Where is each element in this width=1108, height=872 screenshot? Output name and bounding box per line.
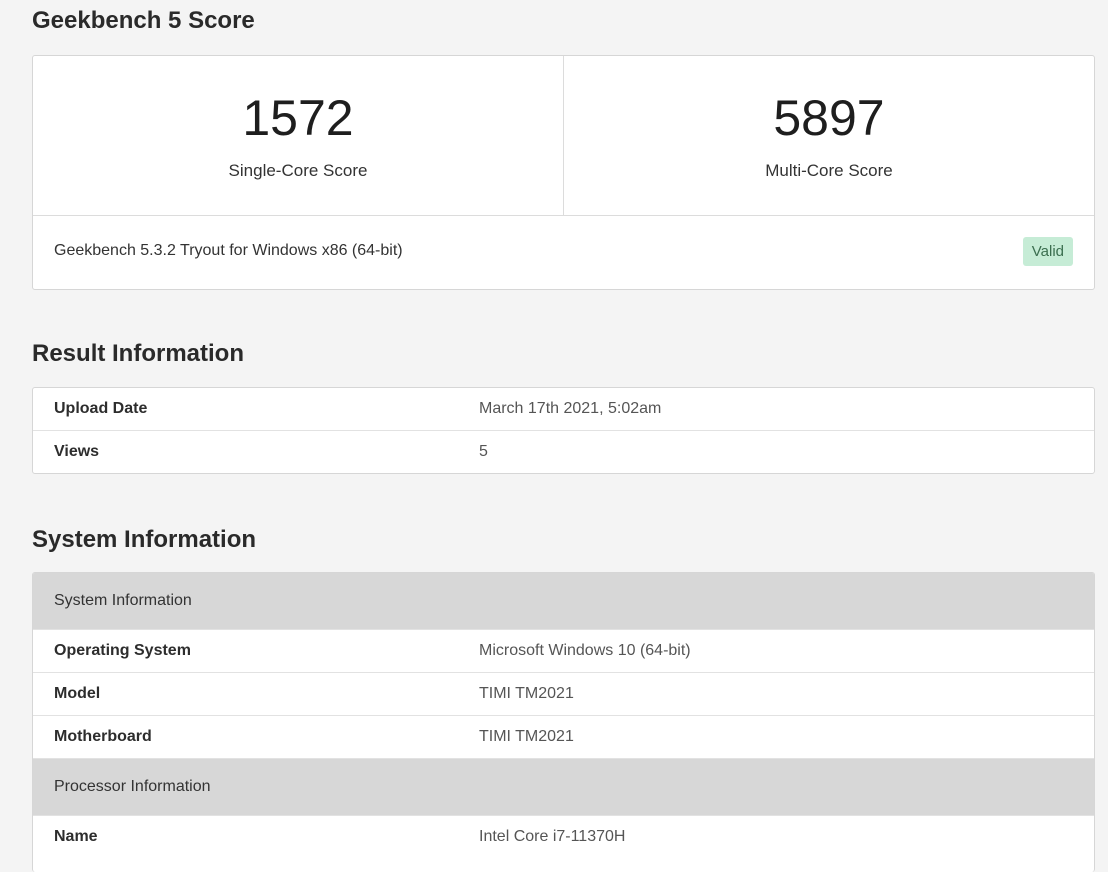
multi-core-score-label: Multi-Core Score [765, 161, 893, 180]
operating-system-value: Microsoft Windows 10 (64-bit) [479, 629, 1094, 673]
motherboard-value: TIMI TM2021 [479, 715, 1094, 759]
single-core-cell: 1572 Single-Core Score [33, 56, 563, 215]
operating-system-key: Operating System [33, 629, 479, 673]
model-key: Model [33, 672, 479, 716]
score-row: 1572 Single-Core Score 5897 Multi-Core S… [33, 56, 1094, 216]
table-row: Upload Date March 17th 2021, 5:02am [33, 388, 1094, 431]
result-info-card: Upload Date March 17th 2021, 5:02am View… [32, 387, 1095, 474]
result-info-table: Upload Date March 17th 2021, 5:02am View… [33, 388, 1094, 473]
processor-name-key: Name [33, 815, 479, 858]
table-row: Operating System Microsoft Windows 10 (6… [33, 629, 1094, 673]
version-row: Geekbench 5.3.2 Tryout for Windows x86 (… [33, 216, 1094, 289]
version-text: Geekbench 5.3.2 Tryout for Windows x86 (… [54, 242, 403, 259]
multi-core-score-value: 5897 [773, 90, 885, 146]
table-row: Views 5 [33, 430, 1094, 473]
table-row: Model TIMI TM2021 [33, 672, 1094, 716]
score-card: 1572 Single-Core Score 5897 Multi-Core S… [32, 55, 1095, 290]
processor-name-value: Intel Core i7-11370H [479, 815, 1094, 858]
single-core-score-label: Single-Core Score [228, 161, 368, 180]
score-section-title: Geekbench 5 Score [32, 7, 255, 34]
upload-date-key: Upload Date [54, 400, 148, 417]
system-info-card: System Information Operating System Micr… [32, 572, 1095, 872]
upload-date-value: March 17th 2021, 5:02am [479, 400, 662, 417]
views-value: 5 [479, 430, 1094, 473]
table-row: Motherboard TIMI TM2021 [33, 715, 1094, 759]
single-core-score-value: 1572 [242, 90, 354, 146]
processor-info-group-header: Processor Information [33, 758, 1094, 816]
table-row: Name Intel Core i7-11370H [33, 815, 1094, 858]
system-section-title: System Information [32, 526, 257, 553]
group-header-row: Processor Information [33, 758, 1094, 816]
motherboard-key: Motherboard [33, 715, 479, 759]
views-key: Views [33, 430, 479, 473]
system-info-group-header: System Information [33, 573, 1094, 630]
multi-core-cell: 5897 Multi-Core Score [563, 56, 1094, 215]
group-header-row: System Information [33, 573, 1094, 630]
result-section-title: Result Information [32, 340, 245, 367]
model-value: TIMI TM2021 [479, 672, 1094, 716]
valid-status-badge: Valid [1022, 237, 1073, 266]
system-info-table: System Information Operating System Micr… [33, 573, 1094, 858]
